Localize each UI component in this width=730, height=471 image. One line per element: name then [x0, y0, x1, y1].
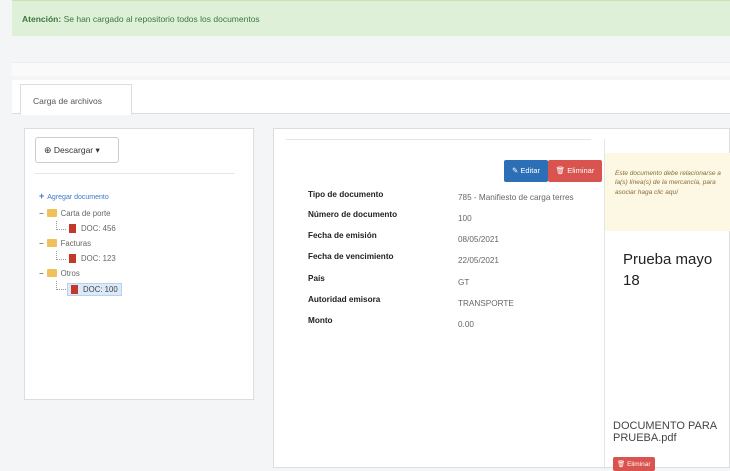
download-label: Descargar	[53, 145, 94, 155]
field-label: Autoridad emisora	[308, 295, 381, 304]
field-label: Monto	[308, 316, 333, 325]
field-label: País	[308, 274, 325, 283]
field-value: GT	[458, 278, 470, 287]
add-document-label: Agregar documento	[47, 194, 109, 201]
document-info: ✎ Editar 🗑︎ Eliminar Tipo de documento 7…	[286, 139, 602, 469]
edit-icon: ✎	[512, 166, 519, 175]
folder-icon	[46, 239, 57, 247]
field-value: 100	[458, 214, 472, 223]
delete-label: Eliminar	[567, 166, 595, 175]
add-document-link[interactable]: + Agregar documento	[39, 191, 109, 201]
download-button[interactable]: ⊕ Descargar ▾	[35, 137, 119, 163]
field-label: Fecha de emisión	[308, 231, 377, 240]
delete-file-button[interactable]: 🗑︎ Eliminar	[613, 457, 655, 471]
field-label: Número de documento	[308, 210, 398, 219]
tree-folder-otros[interactable]: − Otros	[39, 269, 80, 278]
tree-connector	[56, 251, 66, 260]
divider	[35, 173, 235, 174]
trash-icon: 🗑︎	[617, 461, 626, 468]
tab-strip: Carga de archivos	[12, 80, 730, 115]
tree-doc-100-selected[interactable]: DOC: 100	[67, 283, 122, 296]
document-detail-panel: ✎ Editar 🗑︎ Eliminar Tipo de documento 7…	[273, 128, 730, 471]
field-label: Fecha de vencimiento	[308, 252, 394, 261]
folder-icon	[46, 209, 57, 217]
folder-label: Carta de porte	[60, 209, 111, 218]
download-icon: ⊕	[44, 145, 52, 155]
plus-icon: +	[39, 191, 45, 201]
edit-button[interactable]: ✎ Editar	[504, 160, 548, 182]
doc-label: DOC: 123	[81, 254, 116, 263]
collapse-toggle-icon[interactable]: −	[39, 239, 44, 248]
association-note[interactable]: Este documento debe relacionarse a la(s)…	[605, 153, 730, 231]
caret-down-icon: ▾	[95, 145, 100, 155]
edit-label: Editar	[520, 166, 540, 175]
collapse-toggle-icon[interactable]: −	[39, 269, 44, 278]
field-value: 08/05/2021	[458, 235, 499, 244]
folder-label: Facturas	[60, 239, 92, 248]
tab-carga-de-archivos[interactable]: Carga de archivos	[20, 84, 132, 115]
alert-label: Atención:	[22, 14, 62, 24]
field-value: TRANSPORTE	[458, 299, 514, 308]
top-bar	[12, 62, 730, 76]
doc-label: DOC: 456	[81, 224, 116, 233]
folder-icon	[46, 269, 57, 277]
tree-connector	[56, 221, 66, 230]
tree-folder-facturas[interactable]: − Facturas	[39, 239, 91, 248]
delete-button[interactable]: 🗑︎ Eliminar	[548, 160, 602, 182]
tree-folder-carta-de-porte[interactable]: − Carta de porte	[39, 209, 111, 218]
pdf-icon	[69, 254, 76, 263]
pdf-icon	[71, 285, 78, 294]
tree-connector	[56, 281, 66, 290]
document-preview: Este documento debe relacionarse a la(s)…	[604, 139, 730, 471]
pdf-icon	[69, 224, 76, 233]
field-label: Tipo de documento	[308, 190, 384, 199]
preview-title: Prueba mayo 18	[623, 251, 713, 289]
tree-doc-123[interactable]: DOC: 123	[69, 254, 116, 263]
trash-icon: 🗑︎	[555, 166, 566, 175]
folder-label: Otros	[60, 269, 80, 278]
field-value: 785 - Manifiesto de carga terres	[458, 193, 574, 202]
file-name[interactable]: DOCUMENTO PARA PRUEBA.pdf	[613, 420, 730, 444]
alert-message: Se han cargado al repositorio todos los …	[63, 14, 260, 24]
document-tree-panel: ⊕ Descargar ▾ + Agregar documento − Carta …	[24, 128, 254, 400]
collapse-toggle-icon[interactable]: −	[39, 209, 44, 218]
field-value: 22/05/2021	[458, 256, 499, 265]
delete-file-label: Eliminar	[627, 461, 651, 468]
tree-doc-456[interactable]: DOC: 456	[69, 224, 116, 233]
field-value: 0.00	[458, 320, 474, 329]
success-alert: Atención: Se han cargado al repositorio …	[12, 0, 730, 36]
doc-label: DOC: 100	[83, 285, 118, 294]
